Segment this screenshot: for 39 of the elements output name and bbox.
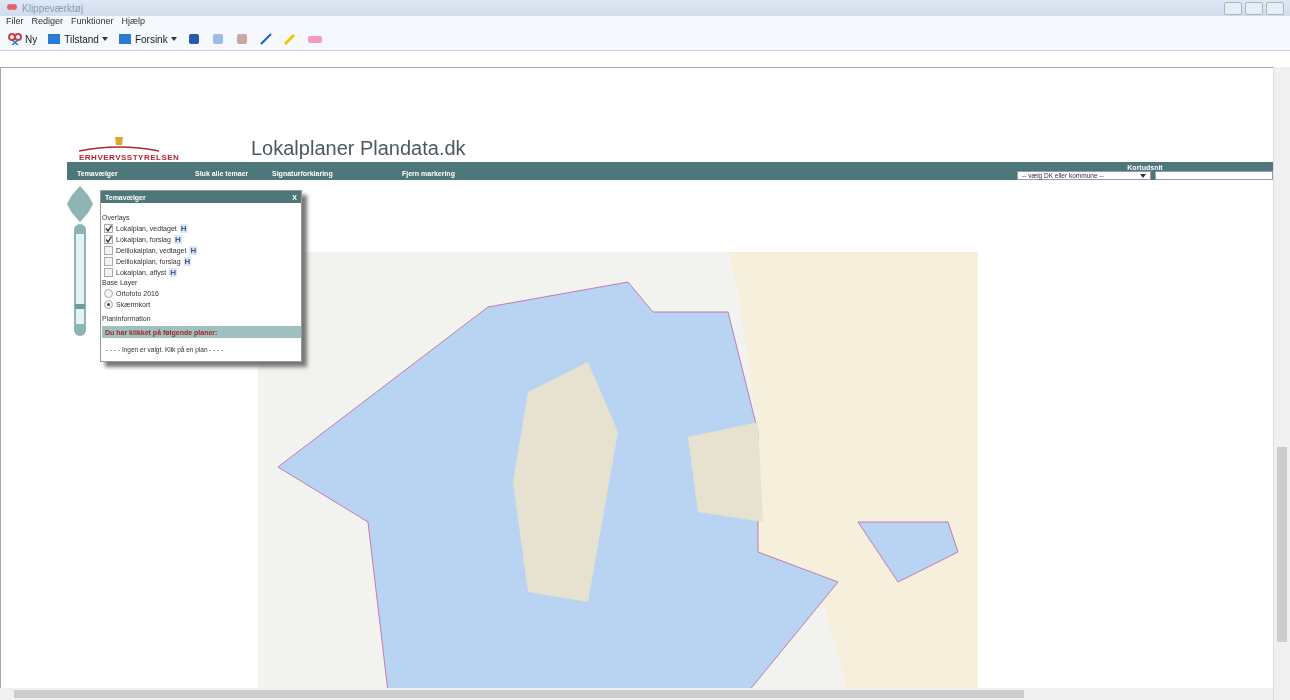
pen-icon[interactable] — [258, 32, 273, 46]
checkbox[interactable] — [104, 268, 113, 277]
dropdown-button[interactable]: Tilstand — [47, 33, 108, 45]
menu-item[interactable]: Funktioner — [71, 16, 114, 28]
info-badge[interactable]: H — [179, 224, 188, 233]
caret-icon — [170, 37, 177, 41]
checkbox[interactable] — [104, 257, 113, 266]
checkbox[interactable] — [104, 235, 113, 244]
scrollbar-thumb[interactable] — [1277, 447, 1287, 642]
radio-button[interactable] — [104, 300, 113, 309]
checkbox[interactable] — [104, 246, 113, 255]
page-title: Lokalplaner Plandata.dk — [251, 137, 466, 160]
input-field[interactable] — [1155, 171, 1273, 180]
dropdown-button[interactable]: Forsink — [117, 33, 177, 45]
radio-button[interactable] — [104, 289, 113, 298]
zoom-slider-drawing[interactable] — [74, 224, 86, 336]
minimize-button[interactable] — [1224, 1, 1242, 15]
highlighter-icon[interactable] — [282, 32, 297, 46]
checkbox[interactable] — [104, 224, 113, 233]
close-button[interactable] — [1266, 1, 1284, 15]
menu-item[interactable]: Filer — [6, 16, 24, 28]
maximize-button[interactable] — [1245, 1, 1263, 15]
window-title: Klippeværktøj — [22, 2, 84, 14]
caret-icon — [1140, 173, 1146, 178]
info-badge[interactable]: H — [189, 246, 198, 255]
info-badge[interactable]: H — [169, 268, 177, 277]
caret-icon — [101, 37, 108, 41]
scrollbar-thumb[interactable] — [14, 690, 1024, 698]
logo-text: ERHVERVSSTYRELSEN — [79, 153, 180, 162]
info-badge[interactable]: H — [183, 257, 192, 266]
menu-item[interactable]: Rediger — [31, 16, 64, 28]
map-drawing[interactable] — [258, 252, 978, 688]
dropdown-icon — [47, 33, 62, 45]
new-button[interactable]: Ny — [8, 33, 38, 45]
crown-logo-icon — [79, 135, 159, 153]
dropdown-icon — [117, 33, 132, 45]
menu-item[interactable]: Hjælp — [121, 16, 146, 28]
info-badge[interactable]: H — [173, 235, 182, 244]
pan-control-icon[interactable] — [67, 186, 93, 222]
